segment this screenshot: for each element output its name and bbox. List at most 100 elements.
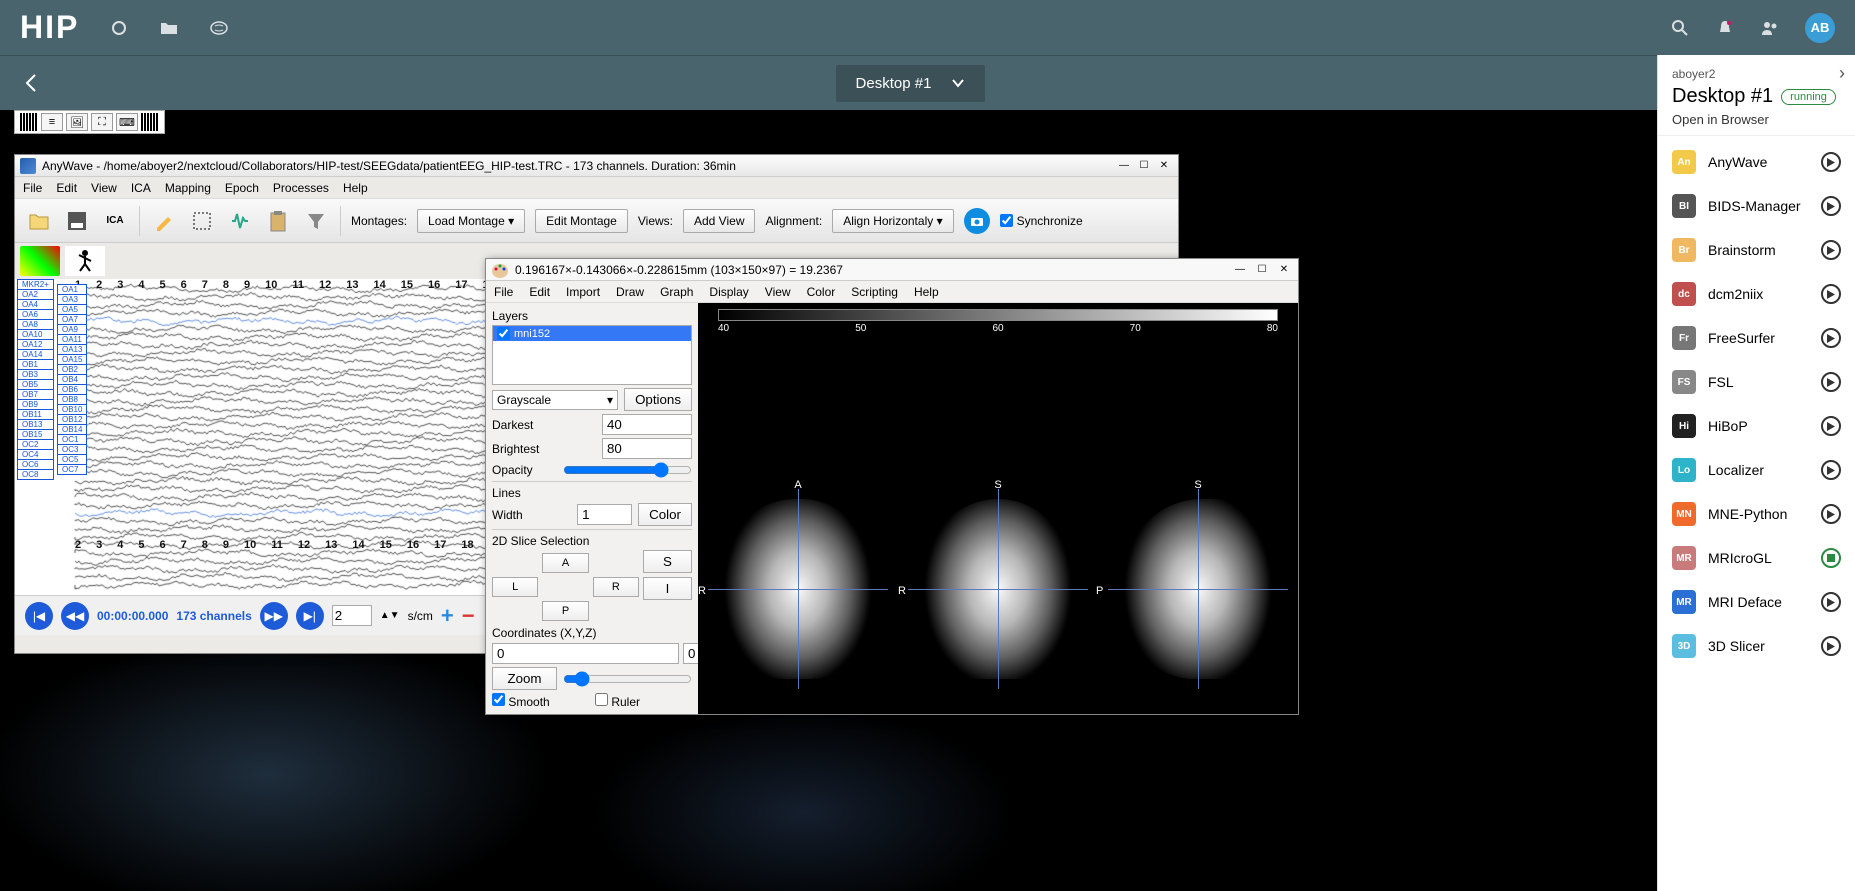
- menu-help[interactable]: Help: [914, 285, 939, 299]
- zoom-button[interactable]: Zoom: [492, 667, 557, 690]
- menu-graph[interactable]: Graph: [660, 285, 693, 299]
- menu-edit[interactable]: Edit: [529, 285, 550, 299]
- menu-scripting[interactable]: Scripting: [851, 285, 898, 299]
- colormap-preview-icon[interactable]: [20, 246, 60, 276]
- play-icon[interactable]: [1821, 460, 1841, 480]
- edit-montage-button[interactable]: Edit Montage: [535, 209, 628, 233]
- nav-a-button[interactable]: A: [542, 553, 588, 573]
- back-button[interactable]: [20, 71, 44, 95]
- save-icon[interactable]: [63, 207, 91, 235]
- circle-icon[interactable]: [109, 18, 129, 38]
- stop-icon[interactable]: [1821, 548, 1841, 568]
- app-freesurfer[interactable]: FrFreeSurfer: [1658, 316, 1855, 360]
- app-bids-manager[interactable]: BIBIDS-Manager: [1658, 184, 1855, 228]
- pencil-icon[interactable]: [150, 207, 178, 235]
- skip-start-button[interactable]: |◀: [25, 602, 53, 630]
- open-file-icon[interactable]: [25, 207, 53, 235]
- maximize-button[interactable]: ☐: [1253, 262, 1271, 278]
- fullscreen-mini-icon[interactable]: ⛶: [91, 113, 113, 131]
- channel-label[interactable]: OC8: [17, 469, 54, 480]
- menu-mapping[interactable]: Mapping: [165, 181, 211, 195]
- brightest-input[interactable]: [602, 438, 692, 459]
- bell-icon[interactable]: [1715, 18, 1735, 38]
- play-icon[interactable]: [1821, 284, 1841, 304]
- maximize-button[interactable]: ☐: [1135, 158, 1153, 174]
- app-fsl[interactable]: FSFSL: [1658, 360, 1855, 404]
- menu-file[interactable]: File: [494, 285, 513, 299]
- load-montage-button[interactable]: Load Montage ▾: [417, 209, 525, 233]
- smooth-checkbox[interactable]: Smooth: [492, 693, 589, 709]
- play-icon[interactable]: [1821, 504, 1841, 524]
- app-hibop[interactable]: HiHiBoP: [1658, 404, 1855, 448]
- app-mricrogl[interactable]: MRMRIcroGL: [1658, 536, 1855, 580]
- play-icon[interactable]: [1821, 152, 1841, 172]
- coord-y-input[interactable]: [683, 643, 698, 664]
- menu-epoch[interactable]: Epoch: [225, 181, 259, 195]
- search-icon[interactable]: [1670, 18, 1690, 38]
- add-view-button[interactable]: Add View: [683, 209, 755, 233]
- synchronize-checkbox[interactable]: Synchronize: [1000, 214, 1083, 228]
- open-in-browser-link[interactable]: Open in Browser: [1672, 112, 1841, 127]
- chevron-right-icon[interactable]: ›: [1839, 63, 1845, 84]
- ica-icon[interactable]: ICA: [101, 207, 129, 235]
- speed-input[interactable]: [332, 605, 372, 626]
- filter-icon[interactable]: [302, 207, 330, 235]
- skip-end-button[interactable]: ▶|: [296, 602, 324, 630]
- opacity-slider[interactable]: [563, 462, 692, 478]
- app-mri-deface[interactable]: MRMRI Deface: [1658, 580, 1855, 624]
- play-icon[interactable]: [1821, 636, 1841, 656]
- image-icon[interactable]: 🖼: [66, 113, 88, 131]
- nav-s-button[interactable]: S: [643, 550, 692, 573]
- brain-icon[interactable]: [209, 18, 229, 38]
- options-button[interactable]: Options: [624, 388, 692, 411]
- coord-x-input[interactable]: [492, 643, 679, 664]
- close-button[interactable]: ✕: [1155, 158, 1173, 174]
- minimize-button[interactable]: —: [1115, 158, 1133, 174]
- menu-processes[interactable]: Processes: [273, 181, 329, 195]
- sagittal-slice[interactable]: S P: [1108, 489, 1288, 689]
- nav-p-button[interactable]: P: [542, 601, 588, 621]
- users-icon[interactable]: [1760, 18, 1780, 38]
- figure-icon[interactable]: [65, 246, 105, 276]
- user-avatar[interactable]: AB: [1805, 13, 1835, 43]
- app-dcm2niix[interactable]: dcdcm2niix: [1658, 272, 1855, 316]
- darkest-input[interactable]: [602, 414, 692, 435]
- menu-display[interactable]: Display: [709, 285, 748, 299]
- folder-icon[interactable]: [159, 18, 179, 38]
- layer-visibility-checkbox[interactable]: [497, 327, 510, 340]
- mricrogl-titlebar[interactable]: 0.196167×-0.143066×-0.228615mm (103×150×…: [486, 259, 1298, 281]
- axial-slice[interactable]: A R: [708, 489, 888, 689]
- rewind-button[interactable]: ◀◀: [61, 602, 89, 630]
- menu-draw[interactable]: Draw: [616, 285, 644, 299]
- plus-icon[interactable]: +: [441, 603, 454, 629]
- nav-l-button[interactable]: L: [492, 577, 538, 597]
- menu-ica[interactable]: ICA: [131, 181, 151, 195]
- menu-edit[interactable]: Edit: [56, 181, 77, 195]
- zoom-slider[interactable]: [563, 671, 692, 687]
- select-icon[interactable]: [188, 207, 216, 235]
- menu-view[interactable]: View: [91, 181, 117, 195]
- menu-color[interactable]: Color: [807, 285, 836, 299]
- ruler-checkbox[interactable]: Ruler: [595, 693, 692, 709]
- align-button[interactable]: Align Horizontaly ▾: [832, 209, 953, 233]
- app-localizer[interactable]: LoLocalizer: [1658, 448, 1855, 492]
- camera-icon[interactable]: [964, 208, 990, 234]
- colormap-select[interactable]: Grayscale ▾: [492, 390, 618, 410]
- menu-file[interactable]: File: [23, 181, 42, 195]
- coronal-slice[interactable]: S R: [908, 489, 1088, 689]
- play-icon[interactable]: [1821, 328, 1841, 348]
- menu-icon[interactable]: ≡: [41, 113, 63, 131]
- minus-icon[interactable]: −: [462, 603, 475, 629]
- app-anywave[interactable]: AnAnyWave: [1658, 140, 1855, 184]
- nav-r-button[interactable]: R: [593, 577, 639, 597]
- signal-icon[interactable]: [226, 207, 254, 235]
- play-icon[interactable]: [1821, 416, 1841, 436]
- layers-list[interactable]: mni152: [492, 325, 692, 385]
- anywave-titlebar[interactable]: AnyWave - /home/aboyer2/nextcloud/Collab…: [15, 155, 1178, 177]
- close-button[interactable]: ✕: [1275, 262, 1293, 278]
- minimize-button[interactable]: —: [1231, 262, 1249, 278]
- menu-view[interactable]: View: [765, 285, 791, 299]
- app-3d-slicer[interactable]: 3D3D Slicer: [1658, 624, 1855, 668]
- desktop-selector[interactable]: Desktop #1: [836, 65, 986, 102]
- keyboard-icon[interactable]: ⌨: [116, 113, 138, 131]
